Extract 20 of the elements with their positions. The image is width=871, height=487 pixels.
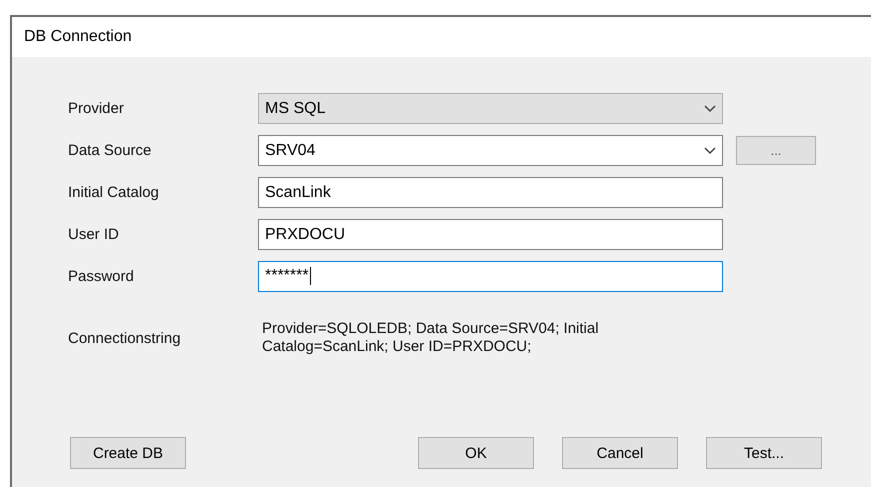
dialog-button[interactable]: Cancel: [562, 437, 678, 469]
chevron-down-icon[interactable]: [704, 104, 716, 112]
field-label: Data Source: [68, 142, 152, 159]
chevron-down-icon[interactable]: [704, 146, 716, 154]
connection-string-label: Connectionstring: [68, 330, 182, 346]
connection-string-text: Provider=SQLOLEDB; Data Source=SRV04; Initial Catalog=ScanLink; User ID=PRXDOCU;: [262, 320, 600, 356]
browse-button[interactable]: ...: [736, 136, 816, 165]
window-title: DB Connection: [24, 28, 132, 46]
field-label: Password: [68, 268, 135, 285]
dropdown-field[interactable]: MS SQL: [258, 93, 723, 124]
input-field[interactable]: PRXDOCU: [258, 219, 723, 250]
dropdown-field[interactable]: SRV04: [258, 135, 723, 166]
field-label: Provider: [68, 100, 125, 117]
input-field[interactable]: ScanLink: [258, 177, 723, 208]
dialog-button[interactable]: Test...: [706, 437, 822, 469]
dialog-button[interactable]: Create DB: [70, 437, 186, 469]
password-field[interactable]: *******: [258, 261, 723, 292]
dialog-button[interactable]: OK: [418, 437, 534, 469]
field-label: User ID: [68, 226, 120, 243]
field-label: Initial Catalog: [68, 184, 160, 201]
